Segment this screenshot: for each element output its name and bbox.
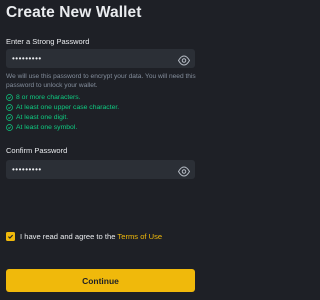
password-rule: At least one symbol. [6,122,119,132]
create-wallet-screen: Create New Wallet Enter a Strong Passwor… [0,0,205,300]
check-circle-icon [6,103,13,111]
show-password-eye-icon[interactable] [177,164,191,177]
check-circle-icon [6,113,13,121]
password-field[interactable] [6,49,195,68]
confirm-password-label: Confirm Password [6,146,68,155]
confirm-password-input[interactable] [12,162,172,177]
page-title: Create New Wallet [6,4,142,21]
show-password-eye-icon[interactable] [177,53,191,66]
terms-agreement-text: I have read and agree to the [20,232,116,241]
terms-agreement-row: I have read and agree to the Terms of Us… [6,232,162,241]
password-rule: At least one upper case character. [6,102,119,112]
confirm-password-field[interactable] [6,160,195,179]
password-rules-list: 8 or more characters. At least one upper… [6,92,119,132]
password-help-text: We will use this password to encrypt you… [6,73,196,89]
password-rule: At least one digit. [6,112,119,122]
password-input[interactable] [12,51,172,66]
password-rule-text: 8 or more characters. [16,93,81,101]
check-circle-icon [6,123,13,131]
terms-of-use-link[interactable]: Terms of Use [117,232,162,241]
password-rule: 8 or more characters. [6,92,119,102]
password-rule-text: At least one symbol. [16,123,78,131]
password-rule-text: At least one digit. [16,113,69,121]
terms-checkbox[interactable] [6,232,15,241]
password-label: Enter a Strong Password [6,37,90,46]
check-circle-icon [6,93,13,101]
checkmark-icon [8,234,14,239]
continue-button[interactable]: Continue [6,269,195,292]
password-rule-text: At least one upper case character. [16,103,120,111]
